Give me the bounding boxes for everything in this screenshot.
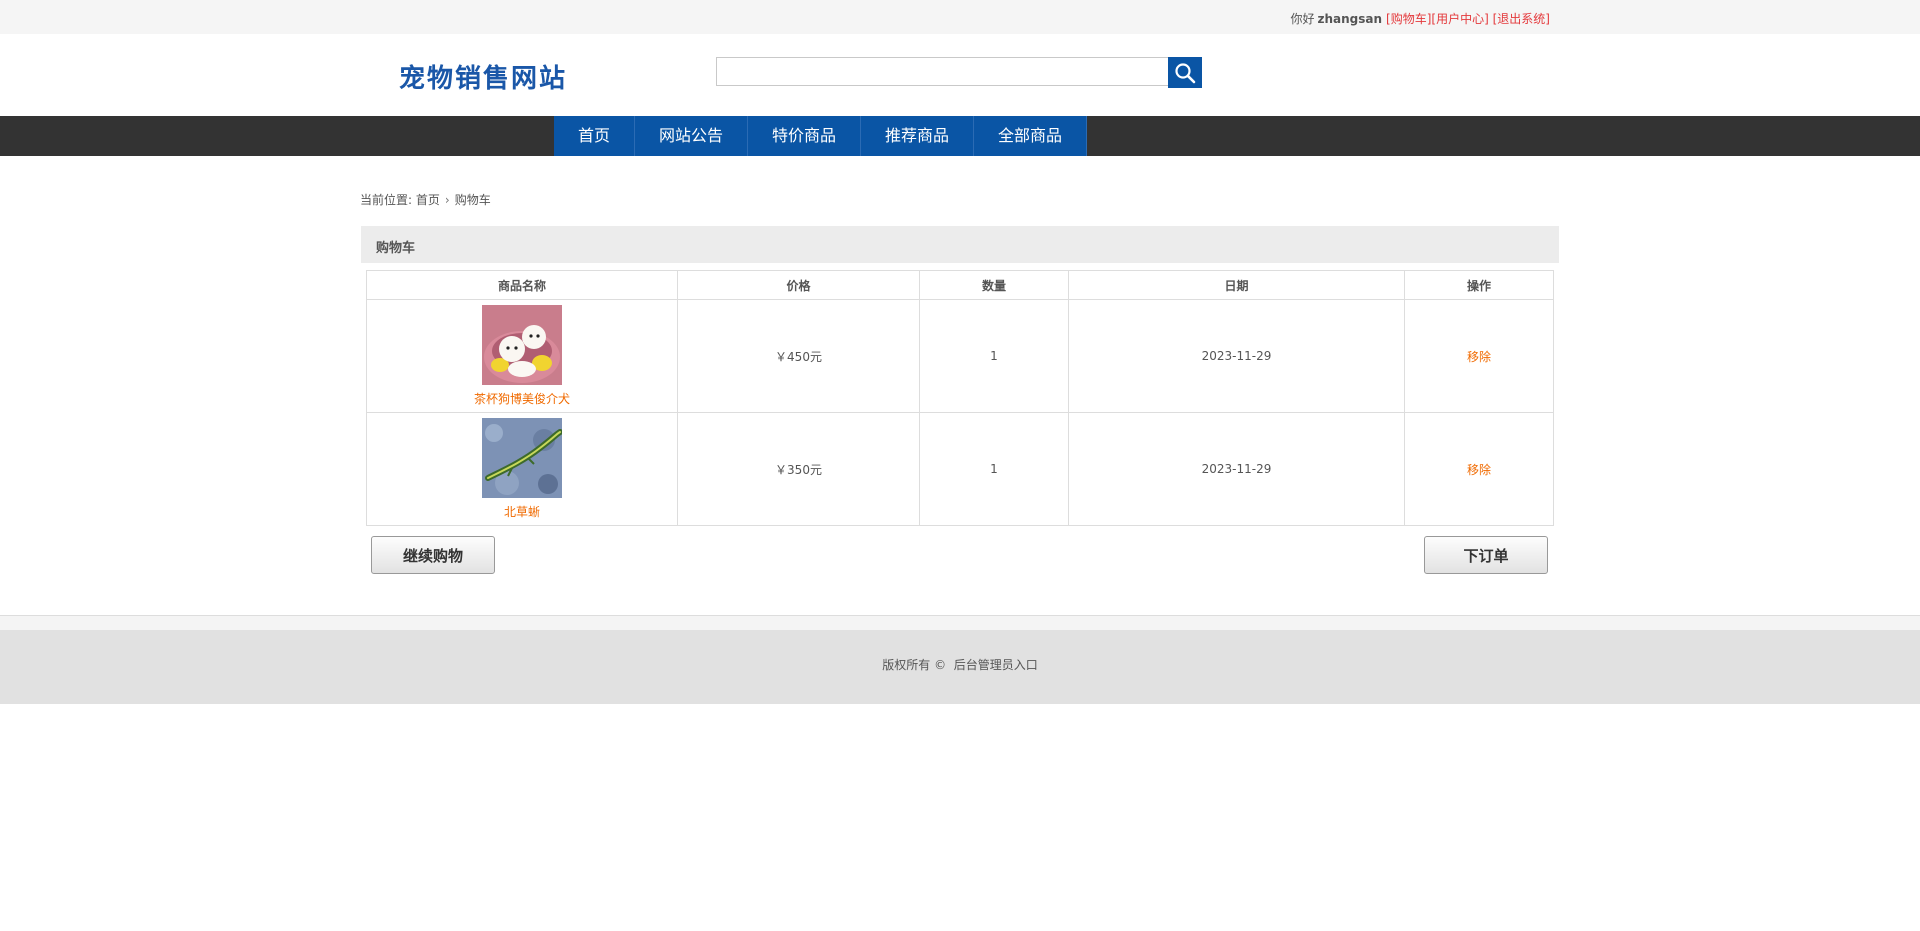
nav-item-home[interactable]: 首页	[554, 116, 635, 156]
breadcrumb-home-link[interactable]: 首页	[416, 193, 440, 207]
greeting-text: 你好	[1290, 12, 1315, 26]
search-button[interactable]	[1168, 57, 1202, 88]
column-header-price: 价格	[677, 270, 920, 300]
quantity-cell: 1	[919, 299, 1069, 413]
nav-item-special-offers[interactable]: 特价商品	[748, 116, 861, 156]
column-header-name: 商品名称	[366, 270, 678, 300]
search-icon	[1175, 63, 1196, 84]
quantity-cell: 1	[919, 412, 1069, 526]
main-nav: 首页 网站公告 特价商品 推荐商品 全部商品	[0, 116, 1920, 156]
remove-link[interactable]: 移除	[1467, 463, 1491, 477]
breadcrumb-current: 购物车	[454, 193, 491, 207]
table-row: 茶杯狗博美俊介犬 ￥450元 1 2023-11-29 移除	[366, 299, 1554, 413]
chevron-right-icon: ›	[444, 193, 450, 207]
nav-item-announcements[interactable]: 网站公告	[635, 116, 748, 156]
footer: 版权所有 © 后台管理员入口	[0, 630, 1920, 704]
continue-shopping-button[interactable]: 继续购物	[371, 536, 495, 574]
cart-title: 购物车	[376, 241, 416, 256]
user-menu: 你好 zhangsan [购物车][用户中心] [退出系统]	[1290, 10, 1550, 27]
footer-text: 版权所有 © 后台管理员入口	[0, 656, 1920, 673]
action-cell: 移除	[1404, 412, 1554, 526]
admin-entry-link[interactable]: 后台管理员入口	[954, 658, 1038, 672]
product-image-puppies[interactable]	[482, 305, 562, 385]
remove-link[interactable]: 移除	[1467, 350, 1491, 364]
cart-link[interactable]: [购物车]	[1386, 12, 1431, 26]
nav-item-all-products[interactable]: 全部商品	[974, 116, 1087, 156]
copyright-text: 版权所有 ©	[882, 658, 947, 672]
site-logo[interactable]: 宠物销售网站	[399, 58, 567, 95]
price-cell: ￥350元	[677, 412, 920, 526]
column-header-quantity: 数量	[919, 270, 1069, 300]
column-header-date: 日期	[1068, 270, 1405, 300]
nav-item-recommended[interactable]: 推荐商品	[861, 116, 974, 156]
breadcrumb-prefix: 当前位置:	[360, 193, 416, 207]
table-header-row: 商品名称 价格 数量 日期 操作	[366, 270, 1554, 300]
breadcrumb: 当前位置: 首页 › 购物车	[360, 191, 491, 208]
action-cell: 移除	[1404, 299, 1554, 413]
price-cell: ￥450元	[677, 299, 920, 413]
username: zhangsan	[1317, 12, 1383, 26]
table-row: 北草蜥 ￥350元 1 2023-11-29 移除	[366, 412, 1554, 526]
place-order-button[interactable]: 下订单	[1424, 536, 1548, 574]
date-cell: 2023-11-29	[1068, 299, 1405, 413]
column-header-action: 操作	[1404, 270, 1554, 300]
date-cell: 2023-11-29	[1068, 412, 1405, 526]
cart-section-header: 购物车	[361, 226, 1559, 263]
product-name-link[interactable]: 茶杯狗博美俊介犬	[367, 390, 677, 407]
product-name-link[interactable]: 北草蜥	[367, 503, 677, 520]
footer-band	[0, 616, 1920, 630]
top-bar: 你好 zhangsan [购物车][用户中心] [退出系统]	[0, 0, 1920, 34]
logout-link[interactable]: [退出系统]	[1493, 12, 1550, 26]
product-cell: 茶杯狗博美俊介犬	[366, 299, 678, 413]
search-input[interactable]	[716, 57, 1168, 86]
user-center-link[interactable]: [用户中心]	[1431, 12, 1488, 26]
cart-table: 商品名称 价格 数量 日期 操作 茶杯狗博美俊介犬 ￥450元 1 2023-1…	[366, 270, 1554, 526]
product-image-lizard[interactable]	[482, 418, 562, 498]
product-cell: 北草蜥	[366, 412, 678, 526]
header: 宠物销售网站	[0, 34, 1920, 116]
